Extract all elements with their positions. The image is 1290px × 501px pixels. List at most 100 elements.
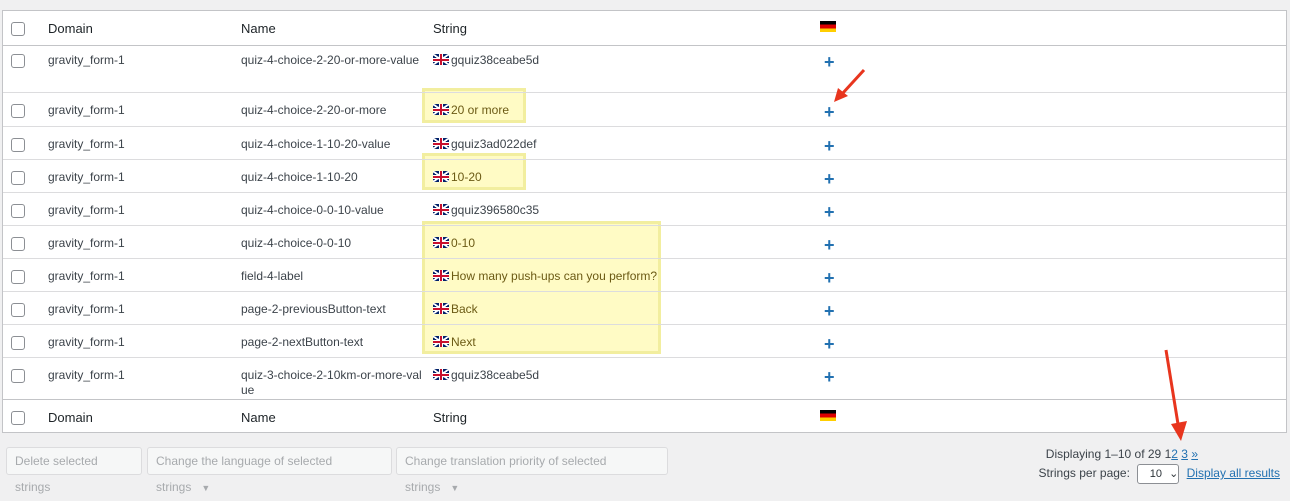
row-checkbox[interactable]: [11, 138, 25, 152]
displaying-count: Displaying 1–10 of 29: [1045, 447, 1162, 461]
row-checkbox[interactable]: [11, 369, 25, 383]
string-cell[interactable]: gquiz38ceabe5d: [433, 368, 539, 383]
string-cell[interactable]: How many push-ups can you perform?: [433, 269, 657, 284]
next-page-link[interactable]: »: [1191, 447, 1198, 461]
column-footer-string[interactable]: String: [433, 410, 467, 425]
domain-cell: gravity_form-1: [48, 103, 125, 117]
domain-cell: gravity_form-1: [48, 137, 125, 151]
string-text: Next: [451, 335, 476, 349]
domain-cell: gravity_form-1: [48, 269, 125, 283]
name-cell: field-4-label: [241, 269, 304, 283]
page-2-link[interactable]: 2: [1171, 447, 1178, 461]
delete-selected-button[interactable]: Delete selected strings: [6, 447, 142, 494]
table-row: gravity_form-1 quiz-4-choice-2-20-or-more…: [3, 92, 1286, 127]
name-cell: quiz-4-choice-0-0-10: [241, 236, 352, 250]
add-translation-icon[interactable]: +: [824, 302, 835, 320]
uk-flag-icon: [433, 204, 449, 215]
row-checkbox[interactable]: [11, 204, 25, 218]
table-row: gravity_form-1 quiz-4-choice-1-10-20 10-20…: [3, 159, 1286, 193]
pagination: Displaying 1–10 of 29 12 3 » Strings per…: [1039, 447, 1280, 484]
select-all-checkbox[interactable]: [11, 22, 25, 36]
add-translation-icon[interactable]: +: [824, 236, 835, 254]
table-row: gravity_form-1 quiz-4-choice-0-0-10 0-10 +: [3, 225, 1286, 259]
table-row: gravity_form-1 quiz-3-choice-2-10km-or-mo…: [3, 357, 1286, 400]
string-text: 20 or more: [451, 103, 510, 117]
uk-flag-icon: [433, 54, 449, 65]
add-translation-icon[interactable]: +: [824, 170, 835, 188]
domain-cell: gravity_form-1: [48, 368, 125, 382]
string-cell[interactable]: Back: [433, 302, 478, 317]
row-checkbox[interactable]: [11, 104, 25, 118]
table-row: gravity_form-1 page-2-nextButton-text Next…: [3, 324, 1286, 358]
domain-cell: gravity_form-1: [48, 236, 125, 250]
uk-flag-icon: [433, 336, 449, 347]
string-text: gquiz396580c35: [451, 203, 540, 217]
table-row: gravity_form-1 quiz-4-choice-0-0-10-value…: [3, 192, 1286, 226]
display-all-link[interactable]: Display all results: [1187, 466, 1280, 480]
uk-flag-icon: [433, 237, 449, 248]
string-text: 0-10: [451, 236, 476, 250]
bulk-actions-bar: Delete selected strings Change the langu…: [0, 440, 1290, 494]
string-cell[interactable]: gquiz396580c35: [433, 203, 539, 218]
add-translation-icon[interactable]: +: [824, 103, 835, 121]
page-3-link[interactable]: 3: [1181, 447, 1188, 461]
chevron-down-icon: ⌄: [1169, 468, 1179, 480]
add-translation-icon[interactable]: +: [824, 269, 835, 287]
table-header: Domain Name String: [3, 11, 1286, 46]
domain-cell: gravity_form-1: [48, 170, 125, 184]
column-header-string[interactable]: String: [433, 21, 467, 36]
strings-table: Domain Name String gravity_form-1 quiz-4-…: [2, 10, 1287, 433]
row-checkbox[interactable]: [11, 270, 25, 284]
caret-down-icon: ▼: [450, 483, 460, 493]
row-checkbox[interactable]: [11, 303, 25, 317]
table-footer: Domain Name String: [3, 399, 1286, 434]
select-all-checkbox-footer[interactable]: [11, 411, 25, 425]
change-priority-label: Change translation priority of selected …: [405, 454, 607, 494]
domain-cell: gravity_form-1: [48, 302, 125, 316]
add-translation-icon[interactable]: +: [824, 368, 835, 386]
change-language-select[interactable]: Change the language of selected strings ▼: [147, 447, 392, 494]
name-cell: quiz-4-choice-0-0-10-value: [241, 203, 384, 217]
row-checkbox[interactable]: [11, 171, 25, 185]
add-translation-icon[interactable]: +: [824, 137, 835, 155]
column-header-domain[interactable]: Domain: [48, 21, 93, 36]
name-cell: quiz-4-choice-1-10-20: [241, 170, 358, 184]
name-cell: page-2-previousButton-text: [241, 302, 386, 316]
annotation-arrow-icon: [834, 68, 866, 102]
string-cell[interactable]: 0-10: [433, 236, 475, 251]
column-footer-name[interactable]: Name: [241, 410, 276, 425]
name-cell: quiz-4-choice-1-10-20-value: [241, 137, 391, 151]
per-page-select[interactable]: 10 ⌄: [1137, 464, 1180, 484]
uk-flag-icon: [433, 303, 449, 314]
string-cell[interactable]: Next: [433, 335, 476, 350]
string-cell[interactable]: gquiz3ad022def: [433, 137, 536, 152]
per-page-label: Strings per page:: [1038, 466, 1130, 480]
add-translation-icon[interactable]: +: [824, 203, 835, 221]
domain-cell: gravity_form-1: [48, 203, 125, 217]
change-language-label: Change the language of selected strings: [156, 454, 333, 494]
string-text: gquiz38ceabe5d: [451, 53, 540, 67]
add-translation-icon[interactable]: +: [824, 335, 835, 353]
column-header-name[interactable]: Name: [241, 21, 276, 36]
uk-flag-icon: [433, 270, 449, 281]
string-cell[interactable]: 10-20: [433, 170, 482, 185]
domain-cell: gravity_form-1: [48, 335, 125, 349]
table-row: gravity_form-1 page-2-previousButton-text…: [3, 291, 1286, 325]
row-checkbox[interactable]: [11, 237, 25, 251]
table-row: gravity_form-1 quiz-4-choice-2-20-or-more…: [3, 45, 1286, 92]
name-cell: quiz-3-choice-2-10km-or-more-value: [241, 368, 422, 397]
german-flag-icon: [820, 21, 836, 36]
string-cell[interactable]: 20 or more: [433, 103, 509, 118]
german-flag-icon: [820, 410, 836, 425]
row-checkbox[interactable]: [11, 54, 25, 68]
string-cell[interactable]: gquiz38ceabe5d: [433, 53, 539, 68]
name-cell: quiz-4-choice-2-20-or-more: [241, 103, 387, 117]
change-priority-select[interactable]: Change translation priority of selected …: [396, 447, 668, 494]
name-cell: quiz-4-choice-2-20-or-more-value: [241, 53, 420, 67]
caret-down-icon: ▼: [201, 483, 211, 493]
column-footer-domain[interactable]: Domain: [48, 410, 93, 425]
row-checkbox[interactable]: [11, 336, 25, 350]
table-row: gravity_form-1 quiz-4-choice-1-10-20-valu…: [3, 126, 1286, 160]
string-text: gquiz38ceabe5d: [451, 368, 540, 382]
per-page-value: 10: [1149, 468, 1162, 480]
